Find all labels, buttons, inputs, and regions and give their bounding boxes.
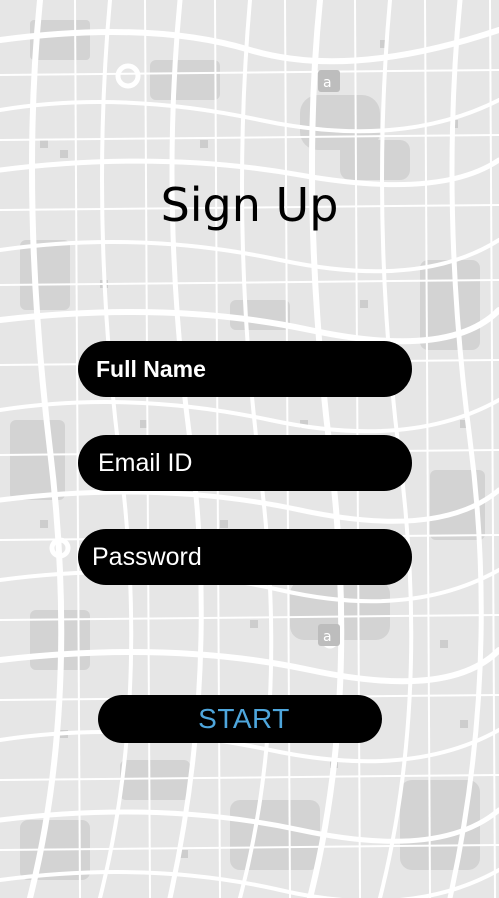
page-title: Sign Up: [160, 178, 339, 232]
full-name-input[interactable]: [78, 341, 412, 397]
password-input[interactable]: [78, 529, 412, 585]
start-button[interactable]: START: [98, 695, 382, 743]
email-input[interactable]: [78, 435, 412, 491]
password-field[interactable]: [78, 529, 412, 585]
svg-text:a: a: [323, 75, 332, 91]
full-name-field[interactable]: [78, 341, 412, 397]
email-field[interactable]: [78, 435, 412, 491]
svg-text:a: a: [323, 629, 332, 645]
